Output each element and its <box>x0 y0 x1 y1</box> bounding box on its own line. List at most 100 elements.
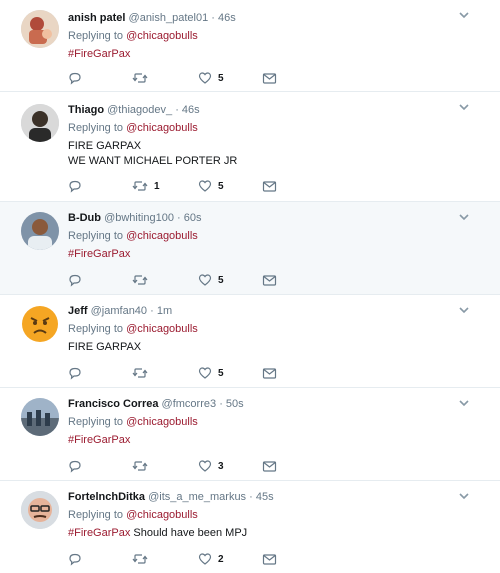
hashtag-link[interactable]: #FireGarPax <box>68 527 130 539</box>
tweet-header: Thiago @thiagodev_ · 46s <box>68 104 460 117</box>
display-name[interactable]: Francisco Correa <box>68 398 158 410</box>
like-button[interactable]: 5 <box>198 178 224 194</box>
retweet-icon <box>132 181 148 191</box>
direct-message-button[interactable] <box>262 178 277 194</box>
direct-message-button[interactable] <box>262 458 277 474</box>
reply-icon <box>69 367 81 380</box>
heart-icon <box>198 553 212 565</box>
direct-message-button[interactable] <box>262 365 277 381</box>
retweet-button[interactable] <box>132 551 154 567</box>
like-button[interactable]: 3 <box>198 458 224 474</box>
mention-link[interactable]: @chicagobulls <box>126 509 198 521</box>
reply-button[interactable] <box>68 551 82 567</box>
envelope-icon <box>262 181 277 192</box>
retweet-icon <box>132 73 148 83</box>
display-name[interactable]: FortelnchDitka <box>68 491 145 503</box>
like-button[interactable]: 5 <box>198 272 224 288</box>
timestamp[interactable]: 1m <box>157 305 172 317</box>
like-button[interactable]: 2 <box>198 551 224 567</box>
retweet-button[interactable]: 1 <box>132 178 160 194</box>
tweet-text: #FireGarPax <box>68 47 460 62</box>
direct-message-button[interactable] <box>262 70 277 86</box>
tweet[interactable]: Jeff @jamfan40 · 1m Replying to @chicago… <box>0 295 500 388</box>
separator-dot: · <box>219 398 223 410</box>
tweet-text-line: FIRE GARPAX <box>68 340 460 355</box>
reply-button[interactable] <box>68 365 82 381</box>
avatar[interactable] <box>21 491 59 529</box>
mention-link[interactable]: @chicagobulls <box>126 323 198 335</box>
retweet-button[interactable] <box>132 365 154 381</box>
reply-button[interactable] <box>68 458 82 474</box>
chevron-down-icon[interactable] <box>458 10 470 20</box>
mention-link[interactable]: @chicagobulls <box>126 30 198 42</box>
chevron-down-icon[interactable] <box>458 398 470 408</box>
reply-icon <box>69 553 81 566</box>
retweet-icon <box>132 461 148 471</box>
tweet-text-line: WE WANT MICHAEL PORTER JR <box>68 154 460 169</box>
tweet-header: Jeff @jamfan40 · 1m <box>68 305 460 318</box>
like-count: 5 <box>218 367 224 379</box>
tweet-header: anish patel @anish_patel01 · 46s <box>68 12 460 25</box>
direct-message-button[interactable] <box>262 272 277 288</box>
display-name[interactable]: Thiago <box>68 104 104 116</box>
display-name[interactable]: anish patel <box>68 12 125 24</box>
retweet-button[interactable] <box>132 272 154 288</box>
replying-prefix: Replying to <box>68 416 127 428</box>
retweet-button[interactable] <box>132 458 154 474</box>
reply-button[interactable] <box>68 272 82 288</box>
like-count: 2 <box>218 553 224 565</box>
replying-to: Replying to @chicagobulls <box>68 30 460 43</box>
hashtag-link[interactable]: #FireGarPax <box>68 434 130 446</box>
envelope-icon <box>262 73 277 84</box>
avatar[interactable] <box>21 10 59 48</box>
user-handle[interactable]: @its_a_me_markus <box>148 491 246 503</box>
timestamp[interactable]: 60s <box>184 212 202 224</box>
heart-icon <box>198 367 212 379</box>
mention-link[interactable]: @chicagobulls <box>126 416 198 428</box>
chevron-down-icon[interactable] <box>458 102 470 112</box>
user-handle[interactable]: @anish_patel01 <box>129 12 209 24</box>
mention-link[interactable]: @chicagobulls <box>126 122 198 134</box>
avatar[interactable] <box>21 398 59 436</box>
display-name[interactable]: B-Dub <box>68 212 101 224</box>
avatar[interactable] <box>21 212 59 250</box>
replying-to: Replying to @chicagobulls <box>68 509 460 522</box>
envelope-icon <box>262 275 277 286</box>
tweet[interactable]: B-Dub @bwhiting100 · 60s Replying to @ch… <box>0 202 500 295</box>
hashtag-link[interactable]: #FireGarPax <box>68 248 130 260</box>
retweet-button[interactable] <box>132 70 154 86</box>
user-handle[interactable]: @thiagodev_ <box>107 104 172 116</box>
reply-button[interactable] <box>68 178 82 194</box>
avatar[interactable] <box>21 104 59 142</box>
timestamp[interactable]: 46s <box>218 12 236 24</box>
timestamp[interactable]: 45s <box>256 491 274 503</box>
replying-prefix: Replying to <box>68 509 127 521</box>
like-button[interactable]: 5 <box>198 365 224 381</box>
avatar[interactable] <box>21 305 59 343</box>
separator-dot: · <box>211 12 215 24</box>
tweet[interactable]: Francisco Correa @fmcorre3 · 50s Replyin… <box>0 388 500 481</box>
tweet[interactable]: FortelnchDitka @its_a_me_markus · 45s Re… <box>0 481 500 573</box>
chevron-down-icon[interactable] <box>458 491 470 501</box>
replying-prefix: Replying to <box>68 230 127 242</box>
chevron-down-icon[interactable] <box>458 305 470 315</box>
direct-message-button[interactable] <box>262 551 277 567</box>
user-handle[interactable]: @jamfan40 <box>91 305 147 317</box>
replying-prefix: Replying to <box>68 122 127 134</box>
mention-link[interactable]: @chicagobulls <box>126 230 198 242</box>
user-handle[interactable]: @bwhiting100 <box>104 212 174 224</box>
tweet-text-line: FIRE GARPAX <box>68 139 460 154</box>
reply-button[interactable] <box>68 70 82 86</box>
display-name[interactable]: Jeff <box>68 305 88 317</box>
timestamp[interactable]: 50s <box>226 398 244 410</box>
chevron-down-icon[interactable] <box>458 212 470 222</box>
text-span: Should have been MPJ <box>130 527 248 539</box>
timestamp[interactable]: 46s <box>182 104 200 116</box>
tweet-text: FIRE GARPAX <box>68 340 460 355</box>
tweet[interactable]: Thiago @thiagodev_ · 46s Replying to @ch… <box>0 92 500 202</box>
like-button[interactable]: 5 <box>198 70 224 86</box>
hashtag-link[interactable]: #FireGarPax <box>68 48 130 60</box>
user-handle[interactable]: @fmcorre3 <box>162 398 217 410</box>
text-span: FIRE GARPAX <box>68 341 142 353</box>
tweet[interactable]: anish patel @anish_patel01 · 46s Replyin… <box>0 0 500 92</box>
